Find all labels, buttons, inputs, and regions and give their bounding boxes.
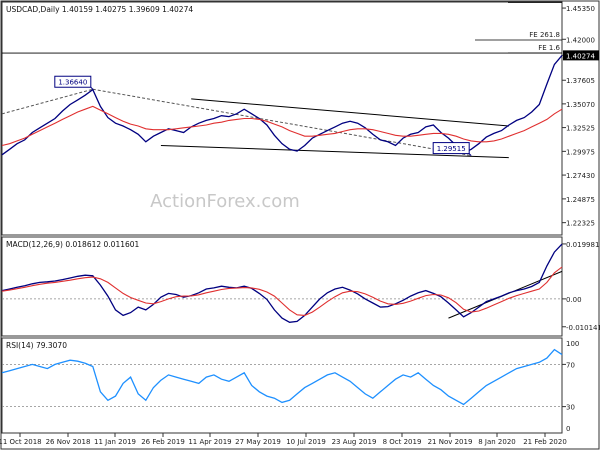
chart-frame	[0, 0, 600, 450]
pane-2-ytick-bottom: 0	[566, 425, 570, 433]
xtick-label: 8 Jan 2020	[478, 438, 516, 446]
xtick-label: 8 Oct 2019	[383, 438, 422, 446]
annotation-label: 1.36640	[58, 79, 87, 87]
fibo-level-label: FE 1.6	[538, 44, 560, 52]
xtick-label: 26 Feb 2019	[141, 438, 185, 446]
pane-2-ytick-top: 100	[566, 340, 579, 348]
pane-0-ytick-label: 1.22325	[566, 220, 595, 228]
xtick-label: 21 Nov 2019	[428, 438, 473, 446]
pane-2-title: RSI(14) 79.3070	[6, 341, 67, 350]
pane-0-ytick-label: 1.42000	[566, 36, 595, 44]
xtick-label: 11 Apr 2019	[188, 438, 231, 446]
pane-1-ytick-label: 0.019981	[566, 241, 599, 249]
pane-2-ytick-label: 30	[566, 404, 575, 412]
pane-0-ytick-label: 1.37605	[566, 77, 595, 85]
chart-root: USDCAD,Daily 1.40159 1.40275 1.39609 1.4…	[0, 0, 600, 450]
xtick-label: 21 Feb 2020	[523, 438, 567, 446]
pane-0-ytick-label: 1.35070	[566, 101, 595, 109]
pane-1-ytick-label: -0.010141	[566, 324, 600, 332]
last-price-label: 1.40274	[566, 52, 595, 60]
xtick-label: 23 Aug 2019	[332, 438, 377, 446]
xtick-label: 26 Nov 2018	[46, 438, 91, 446]
pane-1-title: MACD(12,26,9) 0.018612 0.011601	[6, 240, 140, 249]
pane-0-ytick-label: 1.29975	[566, 148, 595, 156]
pane-1-ytick-label: 0.00	[566, 296, 582, 304]
fibo-level-label: FE 100.0	[529, 0, 560, 1]
fibo-level-label: FE 261.8	[529, 31, 560, 39]
pane-0-ytick-label: 1.27430	[566, 172, 595, 180]
xtick-label: 11 Jan 2019	[94, 438, 136, 446]
xtick-label: 10 Jul 2019	[286, 438, 326, 446]
xtick-label: 11 Oct 2018	[0, 438, 42, 446]
pane-0-title: USDCAD,Daily 1.40159 1.40275 1.39609 1.4…	[6, 5, 193, 14]
xtick-label: 27 May 2019	[235, 438, 281, 446]
pane-0-ytick-label: 1.32525	[566, 125, 595, 133]
pane-2-ytick-label: 70	[566, 361, 575, 369]
chart-svg: USDCAD,Daily 1.40159 1.40275 1.39609 1.4…	[0, 0, 600, 450]
pane-0-ytick-label: 1.24875	[566, 196, 595, 204]
annotation-label: 1.29515	[437, 145, 466, 153]
pane-0-ytick-label: 1.45350	[566, 5, 595, 13]
watermark: ActionForex.com	[150, 191, 300, 212]
